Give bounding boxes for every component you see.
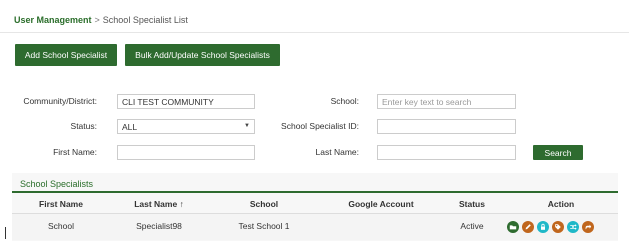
chevron-down-icon: ▼	[244, 123, 250, 129]
panel-title-divider	[12, 191, 618, 193]
community-district-label: Community/District:	[23, 96, 97, 106]
sort-ascending-icon: ↑	[179, 199, 184, 209]
last-name-label: Last Name:	[315, 147, 359, 157]
search-button[interactable]: Search	[533, 145, 583, 160]
shuffle-icon[interactable]	[567, 221, 579, 233]
column-header-school[interactable]: School	[227, 199, 301, 209]
edit-icon[interactable]	[522, 221, 534, 233]
school-specialist-id-label: School Specialist ID:	[281, 121, 359, 131]
status-select-value: ALL	[122, 121, 138, 132]
cell-last-name: Specialist98	[136, 221, 182, 231]
tag-icon[interactable]	[552, 221, 564, 233]
first-name-label: First Name:	[53, 147, 97, 157]
school-search-input[interactable]: Enter key text to search	[377, 94, 516, 109]
panel-title: School Specialists	[20, 179, 94, 189]
breadcrumb-current: School Specialist List	[102, 15, 188, 25]
bulk-add-update-button[interactable]: Bulk Add/Update School Specialists	[125, 44, 280, 66]
column-header-action: Action	[547, 199, 575, 209]
breadcrumb: User Management > School Specialist List	[14, 15, 188, 25]
school-label: School:	[330, 96, 359, 106]
first-name-input[interactable]	[117, 145, 255, 160]
add-school-specialist-button[interactable]: Add School Specialist	[15, 44, 117, 66]
last-name-input[interactable]	[377, 145, 516, 160]
breadcrumb-separator: >	[94, 15, 100, 25]
lock-icon[interactable]	[537, 221, 549, 233]
share-icon[interactable]	[582, 221, 594, 233]
column-header-google-account[interactable]: Google Account	[335, 199, 427, 209]
status-select[interactable]: ALL ▼	[117, 119, 255, 134]
status-label: Status:	[70, 121, 97, 131]
school-specialist-id-input[interactable]	[377, 119, 516, 134]
column-header-first-name[interactable]: First Name	[30, 199, 92, 209]
column-header-last-name-label: Last Name	[134, 199, 178, 209]
left-edge-marker	[5, 227, 6, 239]
cell-first-name: School	[48, 221, 74, 231]
row-actions	[507, 221, 594, 233]
cell-school: Test School 1	[238, 221, 290, 231]
breadcrumb-root-link[interactable]: User Management	[14, 15, 92, 25]
column-header-status[interactable]: Status	[452, 199, 492, 209]
community-district-field[interactable]: CLI TEST COMMUNITY	[117, 94, 255, 109]
cell-status: Active	[460, 221, 484, 231]
folder-icon[interactable]	[507, 221, 519, 233]
column-header-last-name[interactable]: Last Name ↑	[117, 199, 201, 209]
header-divider	[0, 32, 629, 33]
